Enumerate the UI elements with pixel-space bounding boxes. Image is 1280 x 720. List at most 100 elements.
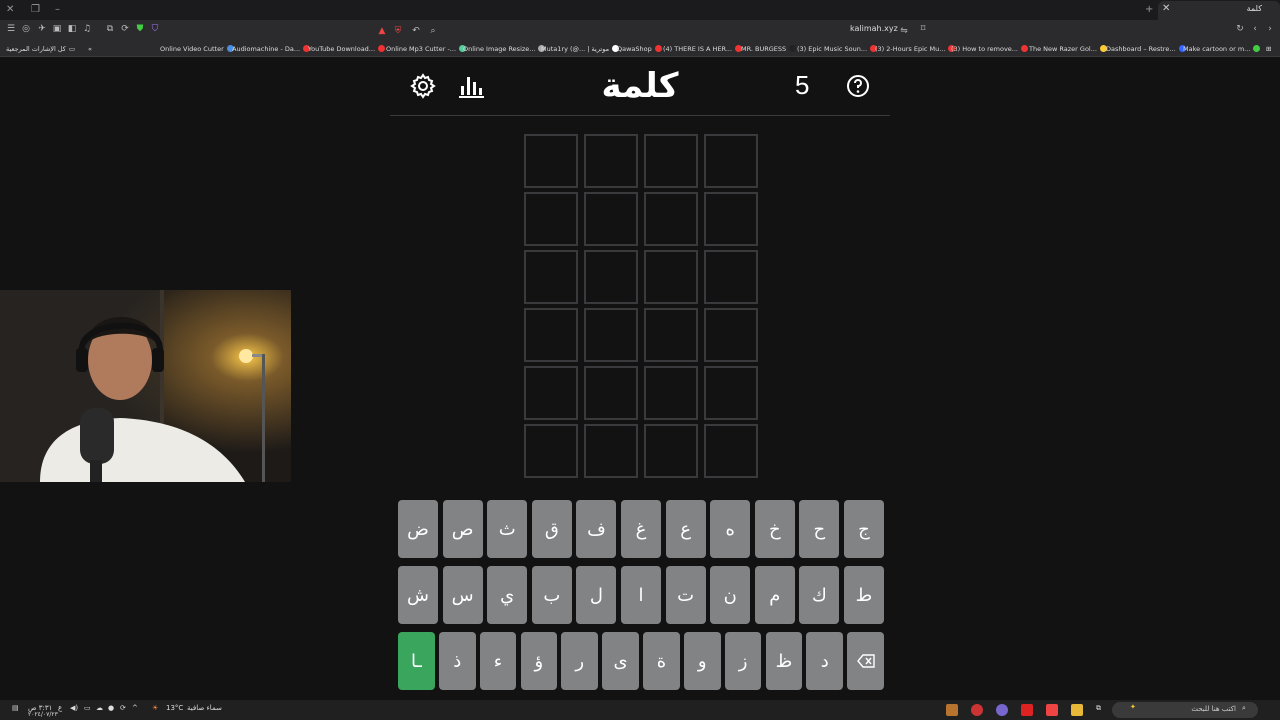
letter-key[interactable]: ق (531, 500, 572, 558)
new-tab-icon[interactable]: + (1145, 3, 1153, 17)
letter-key[interactable]: ا (620, 566, 662, 624)
letter-key[interactable]: ي (487, 566, 528, 624)
bookmark-item[interactable]: Online Video Cutter (160, 43, 234, 54)
translate-icon[interactable]: ⇋ (898, 25, 910, 37)
letter-key[interactable]: خ (754, 500, 795, 558)
app-icon-2[interactable] (971, 704, 983, 716)
back-icon[interactable]: ‹ (1249, 23, 1261, 35)
letter-key[interactable]: ت (665, 566, 706, 624)
letter-key[interactable]: ؤ (520, 632, 558, 690)
letter-key[interactable]: ط (843, 566, 884, 624)
bookmark-item[interactable]: Muta1ry (@... | موترية (541, 43, 620, 54)
bookmark-item[interactable]: (4) THERE IS A HER... (663, 43, 743, 54)
close-tab-icon[interactable]: ✕ (1162, 3, 1170, 14)
forward-icon[interactable]: › (1264, 23, 1276, 35)
bookmark-item[interactable]: Audiomachine - Da... (232, 43, 311, 54)
sync-icon[interactable]: ⟳ (119, 23, 131, 35)
letter-key[interactable]: ى (602, 632, 639, 690)
taskbar-search[interactable]: ✦ اكتب هنا للبحث ⌕ (1112, 702, 1258, 718)
menu-icon[interactable]: ☰ (5, 23, 17, 35)
network-icon[interactable]: ▭ (84, 704, 91, 712)
taskbar-language[interactable]: ع (58, 704, 62, 712)
volume-icon[interactable]: ◀) (70, 704, 78, 712)
letter-key[interactable]: ل (576, 566, 617, 624)
letter-key[interactable]: ه (710, 500, 751, 558)
search-icon[interactable]: ⌕ (427, 25, 439, 37)
extension-icon[interactable]: ⛉ (149, 23, 161, 35)
bookmark-item[interactable]: Make cartoon or m... (1183, 43, 1261, 54)
grid-icon[interactable]: ⊞ (1266, 43, 1271, 54)
bookmark-item[interactable]: (3) Epic Music Soun... (797, 43, 878, 54)
letter-key[interactable]: ء (479, 632, 517, 690)
letter-key[interactable]: ش (397, 566, 439, 624)
gear-icon[interactable] (409, 72, 437, 100)
bookmark-item[interactable]: (3) 2-Hours Epic Mu... (875, 43, 956, 54)
mic-icon[interactable]: ● (108, 704, 114, 712)
weather-temp[interactable]: 13°C (166, 704, 183, 712)
brave-icon[interactable]: ▲ (376, 25, 388, 37)
music-icon[interactable]: ♫ (81, 23, 93, 35)
bookmark-item[interactable]: QawaShop (617, 43, 662, 54)
letter-key[interactable]: ك (799, 566, 840, 624)
bookmark-item[interactable]: The New Razer Gol... (1029, 43, 1107, 54)
share-icon[interactable]: ↶ (410, 25, 422, 37)
bookmark-item[interactable]: Online Mp3 Cutter -... (386, 43, 467, 54)
active-tab[interactable]: ✕ كلمة (1158, 1, 1280, 20)
bookmarks-folder[interactable]: كل الإشارات المرجعية ▭ (6, 43, 75, 54)
shield-badge-icon[interactable]: ⛨ (392, 25, 404, 37)
letter-key[interactable]: ز (724, 632, 762, 690)
letter-key[interactable]: ج (843, 500, 884, 558)
shield-icon[interactable]: ◎ (20, 23, 32, 35)
bookmark-icon[interactable]: ⌑ (917, 23, 929, 35)
letter-key[interactable]: ص (442, 500, 483, 558)
letter-key[interactable]: غ (620, 500, 662, 558)
address-bar[interactable]: ▲ ⛨ ↶ ⌕ kalimah.xyz ⇋ (372, 22, 912, 38)
weather-desc[interactable]: سماء صافية (187, 704, 222, 712)
letter-key[interactable]: ر (561, 632, 599, 690)
bookmark-item[interactable]: (3) How to remove... (951, 43, 1028, 54)
letter-key[interactable]: ب (531, 566, 572, 624)
letter-key[interactable]: م (754, 566, 795, 624)
notifications-icon[interactable]: ▤ (12, 704, 19, 712)
letter-key[interactable]: ث (487, 500, 528, 558)
close-window-icon[interactable]: ✕ (6, 3, 14, 17)
screenshot-icon[interactable]: ⧉ (104, 23, 116, 35)
question-icon[interactable] (844, 72, 872, 100)
app-icon-1[interactable] (946, 704, 958, 716)
obs-icon[interactable] (996, 704, 1008, 716)
app-icon-4[interactable] (1021, 704, 1033, 716)
sidebar-icon[interactable]: ◧ (66, 23, 78, 35)
letter-key[interactable]: ض (397, 500, 439, 558)
letter-key[interactable]: ن (710, 566, 751, 624)
brave-taskbar-icon[interactable] (1046, 704, 1058, 716)
reload-icon[interactable]: ↻ (1234, 23, 1246, 35)
onedrive-icon[interactable]: ☁ (96, 704, 103, 712)
letter-key[interactable]: ح (799, 500, 840, 558)
letter-key[interactable]: ذ (438, 632, 476, 690)
bar-chart-icon[interactable] (457, 72, 485, 100)
bookmark-item[interactable]: YouTube Download... (308, 43, 386, 54)
restore-window-icon[interactable]: ❐ (31, 3, 40, 17)
vpn-icon[interactable]: ⛊ (134, 23, 146, 35)
enter-key[interactable]: ـا (397, 632, 435, 690)
send-icon[interactable]: ✈ (36, 23, 48, 35)
minimize-window-icon[interactable]: – (55, 3, 60, 17)
bookmarks-more-icon[interactable]: « (88, 43, 92, 54)
word-length-count[interactable]: 5 (795, 70, 809, 101)
backspace-key[interactable] (847, 632, 884, 690)
letter-key[interactable]: د (806, 632, 844, 690)
file-explorer-icon[interactable] (1071, 704, 1083, 716)
bookmark-item[interactable]: Online Image Resize... (463, 43, 546, 54)
show-hidden-icons[interactable]: ^ (132, 704, 138, 712)
letter-key[interactable]: ف (576, 500, 617, 558)
letter-key[interactable]: و (683, 632, 721, 690)
bookmark-item[interactable]: Dashboard – Restre... (1106, 43, 1186, 54)
letter-key[interactable]: ة (643, 632, 680, 690)
letter-key[interactable]: ع (665, 500, 706, 558)
gallery-icon[interactable]: ▣ (51, 23, 63, 35)
task-view-icon[interactable]: ⧉ (1096, 704, 1101, 713)
app-tray-icon[interactable]: ⟳ (120, 704, 126, 712)
letter-key[interactable]: س (442, 566, 483, 624)
letter-key[interactable]: ظ (765, 632, 803, 690)
bookmark-item[interactable]: MR. BURGESS (741, 43, 797, 54)
